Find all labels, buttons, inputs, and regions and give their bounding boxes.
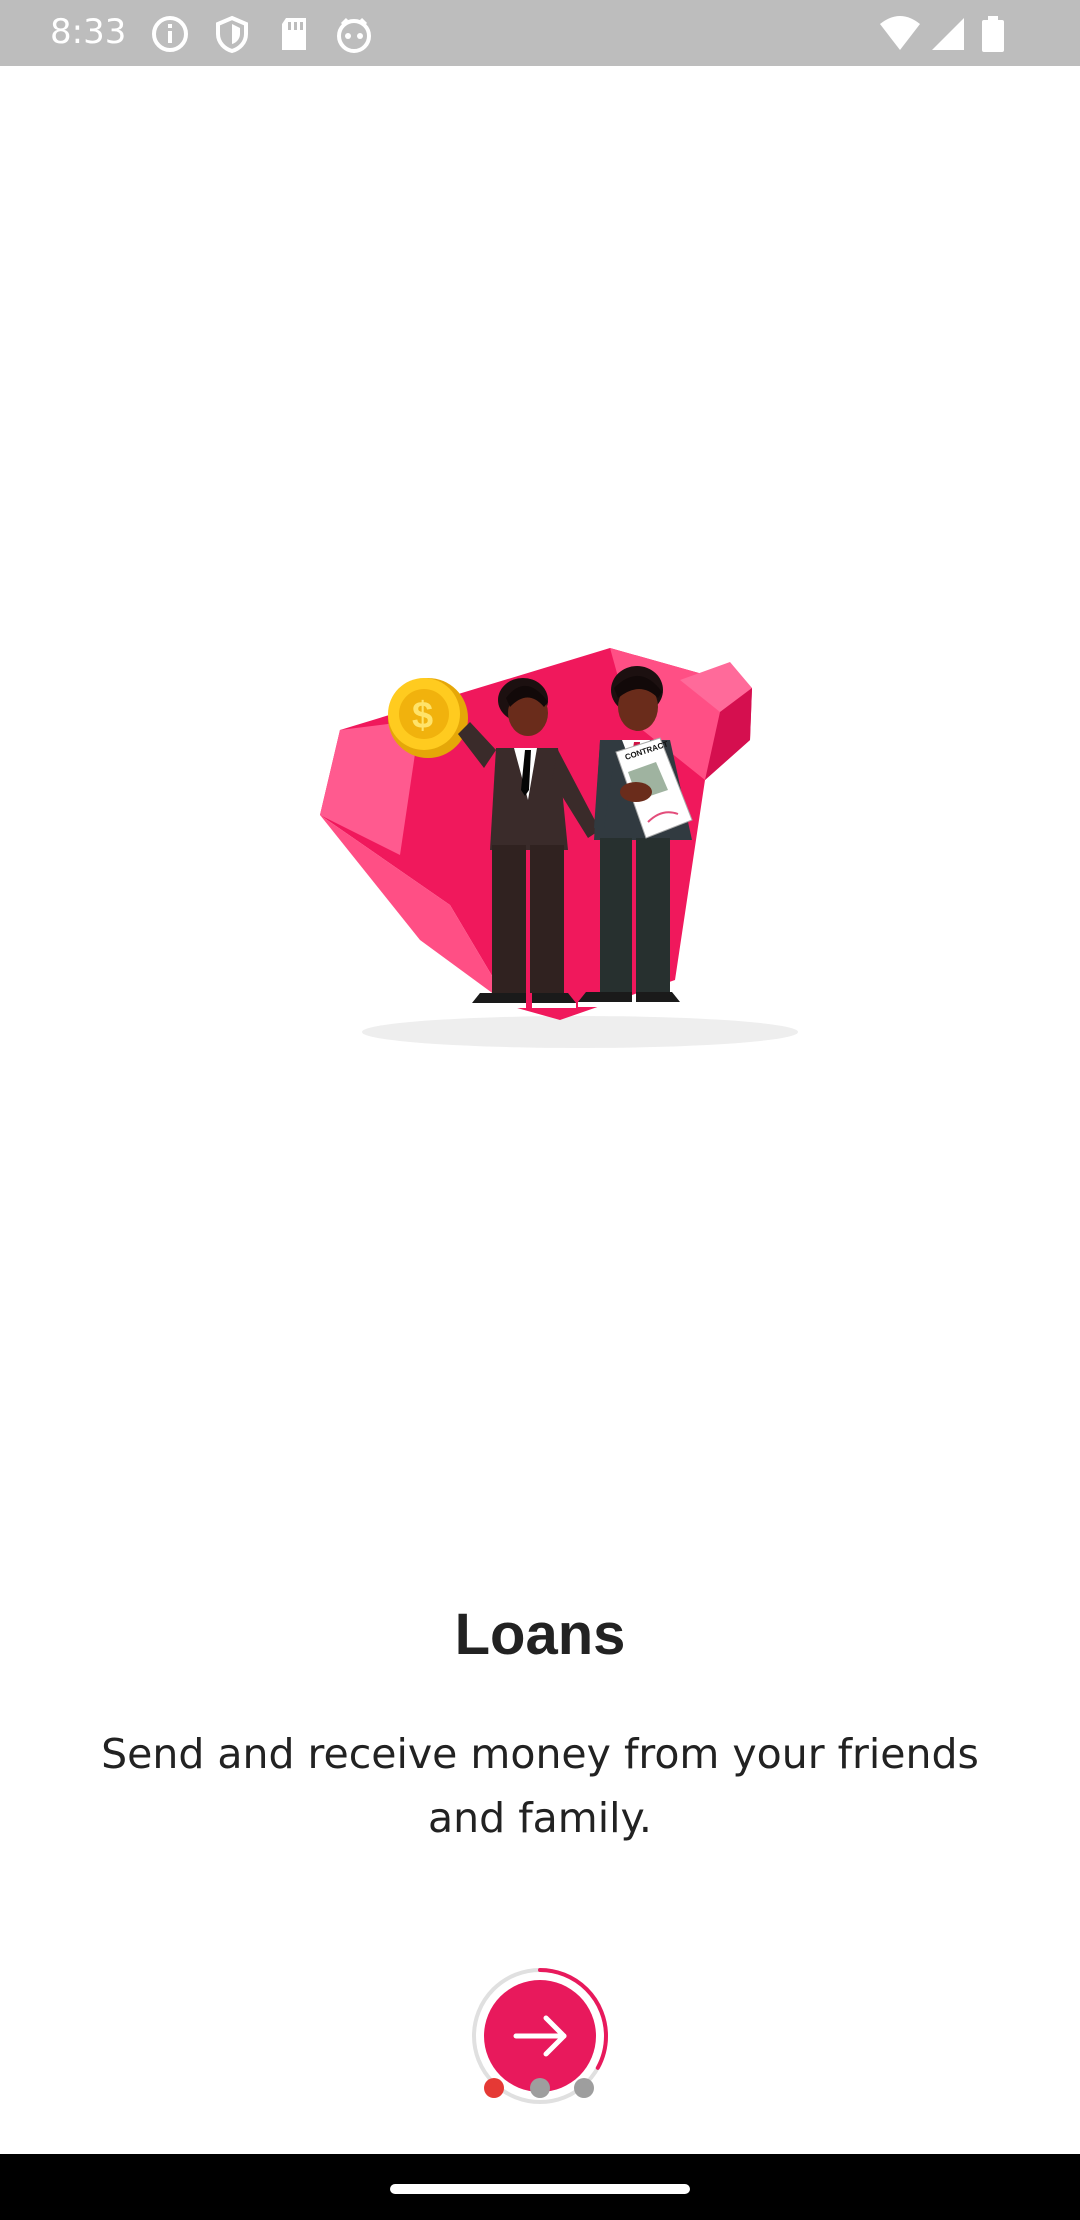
page-description: Send and receive money from your friends… xyxy=(101,1730,979,1842)
battery-icon xyxy=(982,16,1004,52)
sd-card-icon xyxy=(282,18,306,50)
navigation-bar xyxy=(0,2154,1080,2220)
page-indicator xyxy=(484,2078,604,2102)
page-title: Loans xyxy=(454,1602,626,1667)
status-bar: 8:33 xyxy=(0,0,1080,66)
arrow-right-icon xyxy=(513,2015,567,2057)
page-dot-1[interactable] xyxy=(484,2078,504,2098)
android-icon xyxy=(337,17,371,53)
loans-illustration: $ CONTRACT xyxy=(320,648,798,1048)
svg-text:$: $ xyxy=(412,695,433,737)
page-dot-3[interactable] xyxy=(574,2078,594,2098)
home-gesture-handle[interactable] xyxy=(390,2184,690,2194)
next-button[interactable] xyxy=(484,1980,596,2092)
shield-icon xyxy=(216,15,248,54)
status-time: 8:33 xyxy=(50,12,127,52)
wifi-icon xyxy=(880,16,920,50)
info-icon xyxy=(152,16,188,52)
signal-icon xyxy=(932,18,964,50)
page-dot-2[interactable] xyxy=(530,2078,550,2098)
